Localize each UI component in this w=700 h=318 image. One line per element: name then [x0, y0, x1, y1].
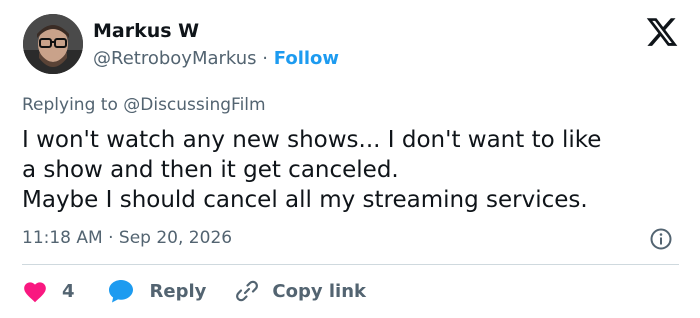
tweet-text: I won't watch any new shows... I don't w…	[22, 125, 682, 215]
like-button[interactable]: 4	[22, 279, 75, 303]
avatar-image	[23, 14, 83, 74]
heart-icon	[22, 279, 48, 303]
replying-prefix: Replying to	[22, 95, 118, 115]
tweet-line: a show and then it get canceled.	[22, 157, 399, 183]
reply-label: Reply	[149, 280, 207, 302]
author-handle[interactable]: @RetroboyMarkus	[93, 48, 257, 69]
replying-handle[interactable]: @DiscussingFilm	[123, 95, 265, 115]
tweet-line: Maybe I should cancel all my streaming s…	[22, 187, 588, 213]
reply-button[interactable]: Reply	[107, 278, 207, 304]
copy-link-label: Copy link	[272, 280, 366, 302]
info-icon[interactable]	[650, 228, 672, 250]
divider	[22, 264, 679, 265]
like-count: 4	[62, 280, 75, 302]
tweet-timestamp[interactable]: 11:18 AM · Sep 20, 2026	[22, 228, 232, 248]
chat-bubble-icon	[107, 278, 135, 304]
link-icon	[234, 278, 260, 304]
meta-separator: ·	[108, 228, 114, 248]
replying-to: Replying to @DiscussingFilm	[22, 95, 266, 115]
author-handle-row: @RetroboyMarkus · Follow	[93, 48, 339, 69]
handle-separator: ·	[262, 48, 269, 69]
x-logo-icon[interactable]	[645, 15, 679, 49]
copy-link-button[interactable]: Copy link	[234, 278, 366, 304]
tweet-date: Sep 20, 2026	[118, 228, 233, 248]
follow-button[interactable]: Follow	[274, 48, 339, 69]
tweet-line: I won't watch any new shows... I don't w…	[22, 127, 602, 153]
author-name[interactable]: Markus W	[93, 20, 199, 42]
action-bar: 4 Reply Copy link	[22, 277, 366, 305]
tweet-time: 11:18 AM	[22, 228, 103, 248]
avatar[interactable]	[23, 14, 83, 74]
